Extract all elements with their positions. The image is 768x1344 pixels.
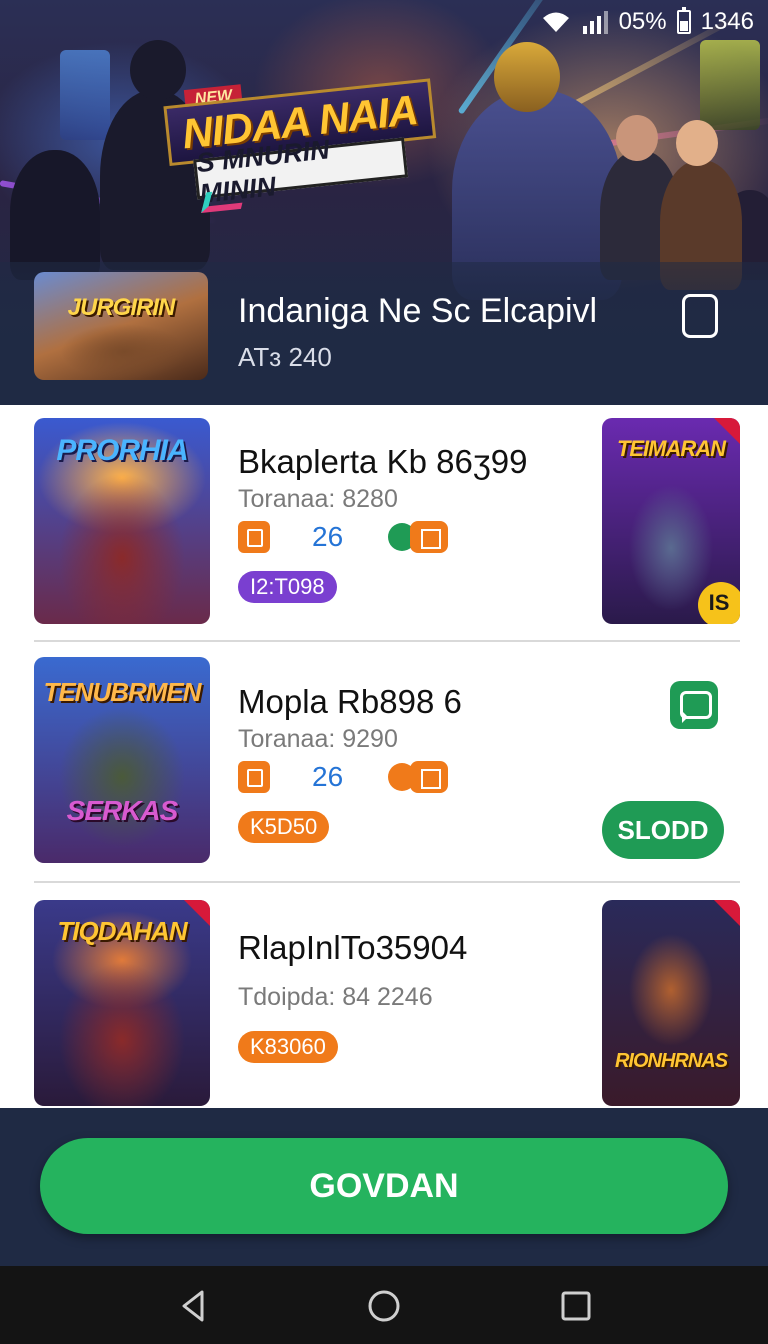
list-item[interactable]: TENUBRMEN SERKAS Mopla Rb898 6 Toranaa: … [0, 643, 768, 883]
device-icon[interactable] [682, 294, 718, 338]
wifi-icon [542, 12, 569, 32]
featured-thumbnail[interactable]: JURGIRIN [34, 272, 208, 380]
featured-thumbnail-title: JURGIRIN [67, 294, 176, 321]
game-logo: NEW NIDAA NAIA S MNURIN MININ [162, 64, 444, 222]
background-screen [60, 50, 110, 140]
list-item-subtitle: Toranaa: 8280 [238, 485, 398, 513]
side-thumbnail[interactable]: RIONHRNAS [602, 900, 740, 1106]
chat-icon[interactable] [670, 681, 718, 729]
hero-character-head [616, 115, 658, 161]
sold-button[interactable]: SLODD [602, 801, 724, 859]
hero-banner[interactable]: 05% 1346 NEW NIDAA NAIA S MNURIN MININ J… [0, 0, 768, 405]
calendar-icon [238, 761, 270, 793]
list-item[interactable]: TIQDAHAN RlapInlTo35904 Tdoipda: 84 2246… [0, 883, 768, 1108]
hero-character-head [676, 120, 718, 166]
battery-icon [676, 7, 691, 34]
back-icon[interactable] [174, 1286, 214, 1326]
side-badge: IS [698, 582, 740, 624]
gift-icon[interactable] [388, 521, 448, 553]
thumbnail-caption: SERKAS [66, 795, 179, 826]
divider [34, 640, 740, 642]
player-count: 26 [312, 521, 344, 552]
list-item[interactable]: PRORHIA Bkaplerta Kb 86ʒ99 Toranaa: 8280… [0, 405, 768, 643]
side-thumbnail-title: TEIMARAN [616, 436, 726, 461]
price-tag: K83060 [238, 1031, 338, 1063]
player-count: 26 [312, 761, 344, 792]
list-item-meta: 26 [238, 761, 448, 793]
list-item-meta: 26 [238, 521, 448, 553]
thumbnail-title: TIQDAHAN [57, 916, 187, 946]
background-screen [700, 40, 760, 130]
list-item-title: Mopla Rb898 6 [238, 683, 462, 720]
featured-subtitle: ATɜ 240 [238, 342, 332, 372]
home-icon[interactable] [364, 1286, 404, 1326]
list-item-subtitle: Tdoipda: 84 2246 [238, 983, 433, 1011]
status-bar: 05% 1346 [541, 6, 754, 38]
signal-icon [582, 11, 608, 34]
hero-character-helmet [494, 42, 560, 112]
featured-item[interactable]: JURGIRIN Indaniga Ne Sc Elcapivl ATɜ 240 [0, 262, 768, 405]
side-thumbnail-title: RIONHRNAS [614, 1050, 728, 1072]
list-item-thumbnail[interactable]: TENUBRMEN SERKAS [34, 657, 210, 863]
list-item-title: Bkaplerta Kb 86ʒ99 [238, 443, 528, 480]
system-navigation-bar [0, 1266, 768, 1344]
corner-ribbon [714, 900, 740, 926]
list-item-thumbnail[interactable]: TIQDAHAN [34, 900, 210, 1106]
clock: 1346 [700, 8, 754, 35]
thumbnail-title: TENUBRMEN [43, 677, 201, 707]
recents-icon[interactable] [556, 1286, 596, 1326]
bottom-action-area: GOVDAN [0, 1108, 768, 1266]
game-list: PRORHIA Bkaplerta Kb 86ʒ99 Toranaa: 8280… [0, 405, 768, 1108]
price-tag: I2:T098 [238, 571, 337, 603]
list-item-thumbnail[interactable]: PRORHIA [34, 418, 210, 624]
gift-icon[interactable] [388, 761, 448, 793]
list-item-title: RlapInlTo35904 [238, 929, 468, 966]
logo-ribbon [201, 188, 247, 214]
calendar-icon [238, 521, 270, 553]
side-thumbnail[interactable]: TEIMARAN IS [602, 418, 740, 624]
featured-title: Indaniga Ne Sc Elcapivl [238, 292, 598, 330]
thumbnail-title: PRORHIA [56, 434, 188, 467]
list-item-subtitle: Toranaa: 9290 [238, 725, 398, 753]
price-tag: K5D50 [238, 811, 330, 843]
crowd-figure [10, 150, 100, 280]
battery-percent: 05% [618, 8, 667, 35]
primary-action-button[interactable]: GOVDAN [40, 1138, 728, 1234]
